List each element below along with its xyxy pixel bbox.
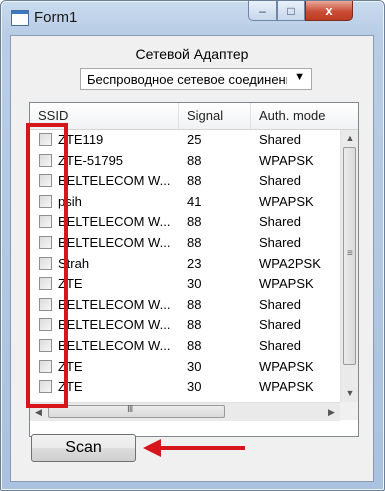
ssid-cell: ZTE119 <box>58 132 104 147</box>
window-title: Form1 <box>34 9 78 26</box>
horizontal-scroll-thumb[interactable]: III <box>48 404 225 418</box>
ssid-cell: BELTELECOM W... <box>58 337 171 353</box>
list-rows: ZTE119 25 Shared ZTE-51795 88 WPAPSK BELTELE… <box>30 130 340 398</box>
auth-cell: Shared <box>259 317 301 333</box>
ssid-cell: BELTELECOM W... <box>58 214 171 230</box>
auth-cell: WPAPSK <box>259 358 314 374</box>
auth-cell: Shared <box>259 214 301 230</box>
ssid-cell: ZTE <box>58 379 83 395</box>
signal-cell: 88 <box>187 234 202 250</box>
adapter-dropdown[interactable]: Беспроводное сетевое соединени ▼ <box>80 68 312 90</box>
auth-cell: WPAPSK <box>259 379 314 395</box>
signal-cell: 88 <box>187 317 202 333</box>
list-item[interactable]: ZTE-51795 88 WPAPSK <box>30 151 340 172</box>
adapter-selected-value: Беспроводное сетевое соединени <box>87 72 287 87</box>
list-item[interactable]: BELTELECOM W... 88 Shared <box>30 315 340 336</box>
scrollbar-corner <box>340 402 358 420</box>
list-item[interactable]: psih 41 WPAPSK <box>30 192 340 213</box>
vertical-scroll-thumb[interactable]: ≡ <box>343 147 356 365</box>
minimize-button[interactable]: – <box>248 1 277 21</box>
list-item[interactable]: ZTE 30 WPAPSK <box>30 274 340 295</box>
signal-cell: 41 <box>187 193 202 209</box>
network-list[interactable]: SSID Signal Auth. mode ZTE119 25 Shared ZT… <box>29 102 359 437</box>
maximize-button[interactable]: □ <box>277 1 305 21</box>
list-item[interactable]: ZTE 30 WPAPSK <box>30 377 340 398</box>
scroll-up-icon[interactable]: ▲ <box>341 130 358 147</box>
signal-cell: 88 <box>187 173 202 189</box>
list-item[interactable]: BELTELECOM W... 88 Shared <box>30 295 340 316</box>
ssid-cell: ZTE-51795 <box>58 152 124 168</box>
list-item[interactable]: BELTELECOM W... 88 Shared <box>30 336 340 357</box>
ssid-cell: ZTE <box>58 358 83 374</box>
title-bar[interactable]: Form1 – □ x <box>1 1 384 35</box>
signal-cell: 25 <box>187 132 202 147</box>
checkbox-highlight-annotation <box>26 123 68 408</box>
scroll-down-icon[interactable]: ▼ <box>341 385 358 402</box>
grip-icon: III <box>127 404 133 415</box>
grip-icon: ≡ <box>347 248 353 259</box>
auth-cell: Shared <box>259 173 301 189</box>
ssid-cell: Strah <box>58 255 90 271</box>
signal-cell: 30 <box>187 379 202 395</box>
scan-button[interactable]: Scan <box>31 434 136 462</box>
list-item[interactable]: ZTE 30 WPAPSK <box>30 357 340 378</box>
auth-cell: Shared <box>259 337 301 353</box>
list-item[interactable]: BELTELECOM W... 88 Shared <box>30 212 340 233</box>
ssid-cell: BELTELECOM W... <box>58 173 171 189</box>
auth-cell: Shared <box>259 234 301 250</box>
list-item[interactable]: Strah 23 WPA2PSK <box>30 254 340 275</box>
auth-cell: WPAPSK <box>259 276 314 292</box>
signal-cell: 88 <box>187 337 202 353</box>
vertical-scrollbar[interactable]: ▲ ≡ ▼ <box>340 130 358 402</box>
ssid-cell: BELTELECOM W... <box>58 234 171 250</box>
auth-cell: Shared <box>259 132 301 147</box>
ssid-cell: ZTE <box>58 276 83 292</box>
chevron-down-icon[interactable]: ▼ <box>294 71 305 83</box>
auth-cell: WPAPSK <box>259 193 314 209</box>
auth-cell: Shared <box>259 296 301 312</box>
list-item[interactable]: BELTELECOM W... 88 Shared <box>30 171 340 192</box>
ssid-cell: BELTELECOM W... <box>58 296 171 312</box>
signal-cell: 30 <box>187 276 202 292</box>
scroll-right-icon[interactable]: ▶ <box>323 403 340 421</box>
signal-cell: 88 <box>187 152 202 168</box>
signal-cell: 30 <box>187 358 202 374</box>
adapter-label: Сетевой Адаптер <box>135 46 249 62</box>
arrow-annotation-icon <box>143 439 245 457</box>
column-header-signal[interactable]: Signal <box>179 103 251 129</box>
close-button[interactable]: x <box>305 1 353 21</box>
list-item[interactable]: BELTELECOM W... 88 Shared <box>30 233 340 254</box>
ssid-cell: BELTELECOM W... <box>58 317 171 333</box>
signal-cell: 23 <box>187 255 202 271</box>
column-header-auth-mode[interactable]: Auth. mode <box>251 103 358 129</box>
auth-cell: WPAPSK <box>259 152 314 168</box>
signal-cell: 88 <box>187 296 202 312</box>
list-header: SSID Signal Auth. mode <box>30 103 358 130</box>
ssid-cell: psih <box>58 193 82 209</box>
horizontal-scrollbar[interactable]: ◀ III ▶ <box>30 402 340 421</box>
app-icon <box>11 10 29 26</box>
signal-cell: 88 <box>187 214 202 230</box>
auth-cell: WPA2PSK <box>259 255 321 271</box>
list-item[interactable]: ZTE119 25 Shared <box>30 130 340 151</box>
